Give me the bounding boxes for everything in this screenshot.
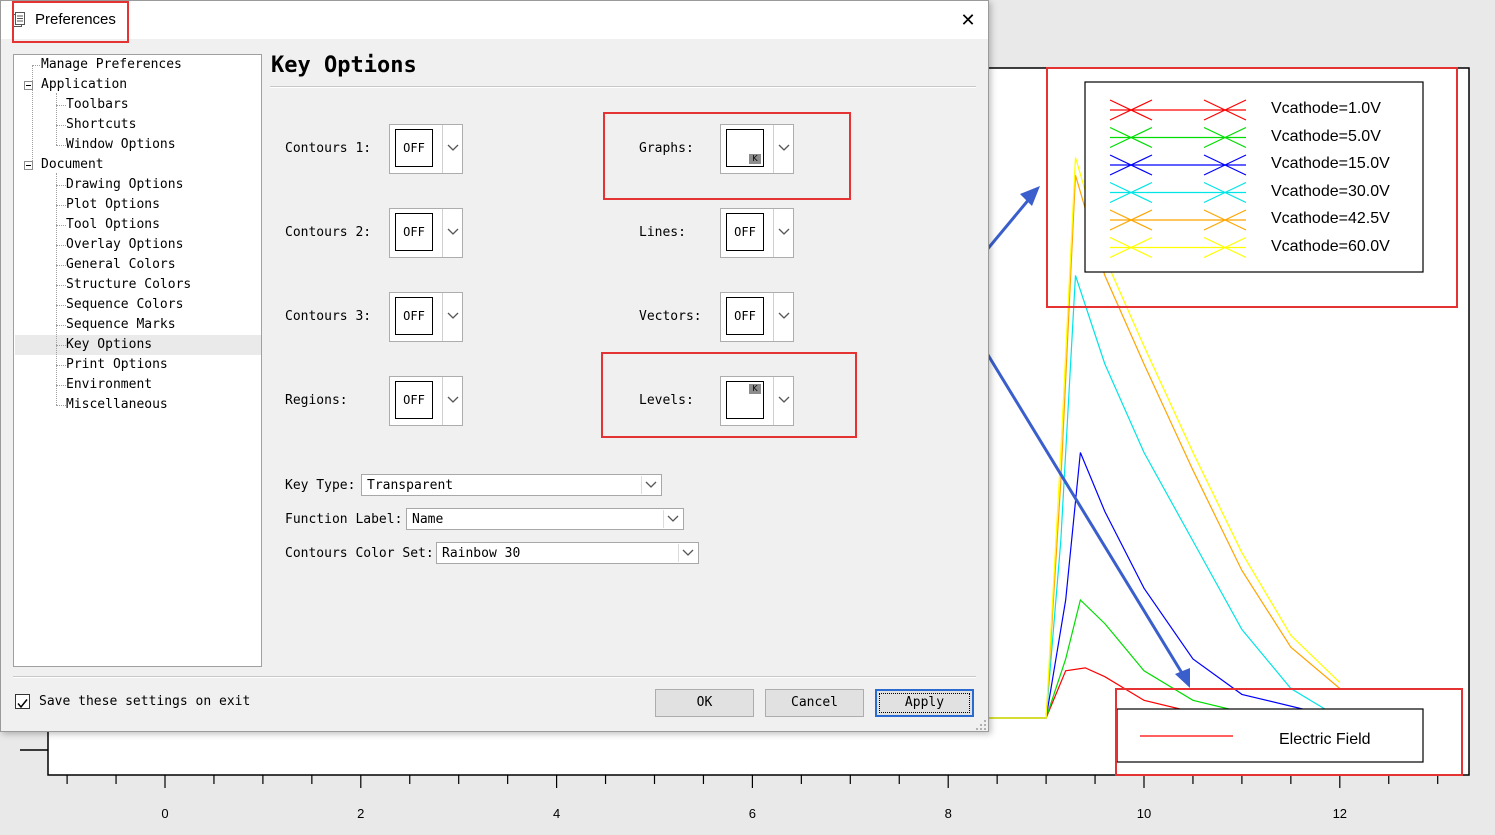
title-highlight-box xyxy=(12,1,129,43)
close-button[interactable]: ✕ xyxy=(955,9,981,33)
legend-label: Vcathode=15.0V xyxy=(1271,155,1390,172)
tree-item-miscellaneous[interactable]: Miscellaneous xyxy=(66,397,168,413)
chevron-down-icon[interactable] xyxy=(663,510,682,528)
x-tick-label: 12 xyxy=(1332,806,1348,821)
chevron-down-icon xyxy=(447,312,459,319)
contours3-value: OFF xyxy=(395,297,433,335)
save-settings-label[interactable]: Save these settings on exit xyxy=(39,694,250,709)
tree-item-plot-options[interactable]: Plot Options xyxy=(66,197,160,213)
vectors-key-picker[interactable]: OFF xyxy=(720,292,794,342)
chevron-down-icon xyxy=(447,228,459,235)
contours3-key-picker[interactable]: OFF xyxy=(389,292,463,342)
contours1-key-picker[interactable]: OFF xyxy=(389,124,463,174)
x-tick-label: 2 xyxy=(357,806,365,821)
title-bar[interactable]: Preferences ✕ xyxy=(1,1,988,39)
contours3-label: Contours 3: xyxy=(285,309,372,324)
tree-item-overlay-options[interactable]: Overlay Options xyxy=(66,237,183,253)
collapse-application-icon[interactable] xyxy=(24,81,33,90)
tree-item-tool-options[interactable]: Tool Options xyxy=(66,217,160,233)
x-tick-label: 4 xyxy=(552,806,561,821)
key-type-label: Key Type: xyxy=(285,478,356,493)
contours-color-set-label: Contours Color Set: xyxy=(285,546,434,561)
function-label-select[interactable]: Name xyxy=(406,508,684,530)
legend-label: Vcathode=1.0V xyxy=(1271,100,1381,117)
x-tick-label: 6 xyxy=(748,806,756,821)
lines-label: Lines: xyxy=(639,225,686,240)
vectors-label: Vectors: xyxy=(639,309,702,324)
chevron-down-icon xyxy=(778,228,790,235)
tree-item-sequence-colors[interactable]: Sequence Colors xyxy=(66,297,183,313)
key-type-value: Transparent xyxy=(367,478,454,493)
regions-label: Regions: xyxy=(285,393,348,408)
tree-item-window-options[interactable]: Window Options xyxy=(66,137,176,153)
tree-item-manage-preferences[interactable]: Manage Preferences xyxy=(41,57,182,73)
legend-label: Vcathode=5.0V xyxy=(1271,127,1381,145)
tree-item-application[interactable]: Application xyxy=(41,77,127,93)
chevron-down-icon xyxy=(778,312,790,319)
tree-item-structure-colors[interactable]: Structure Colors xyxy=(66,277,191,293)
cancel-button[interactable]: Cancel xyxy=(765,689,864,717)
contours1-label: Contours 1: xyxy=(285,141,372,156)
tree-item-document[interactable]: Document xyxy=(41,157,104,173)
collapse-document-icon[interactable] xyxy=(24,161,33,170)
x-tick-label: 8 xyxy=(944,806,952,821)
tree-item-drawing-options[interactable]: Drawing Options xyxy=(66,177,183,193)
x-tick-label: 10 xyxy=(1136,806,1152,821)
chevron-down-icon xyxy=(447,396,459,403)
preferences-tree[interactable]: Manage Preferences Application Toolbars … xyxy=(13,54,262,667)
section-title: Key Options xyxy=(271,53,417,78)
chevron-down-icon[interactable] xyxy=(678,544,697,562)
tree-item-shortcuts[interactable]: Shortcuts xyxy=(66,117,136,133)
legend-label: Vcathode=60.0V xyxy=(1271,237,1390,255)
contours1-value: OFF xyxy=(395,129,433,167)
key-type-select[interactable]: Transparent xyxy=(361,474,662,496)
lines-key-picker[interactable]: OFF xyxy=(720,208,794,258)
tree-item-toolbars[interactable]: Toolbars xyxy=(66,97,129,113)
contours2-key-picker[interactable]: OFF xyxy=(389,208,463,258)
resize-grip-icon[interactable] xyxy=(973,717,987,731)
contours2-label: Contours 2: xyxy=(285,225,372,240)
regions-key-picker[interactable]: OFF xyxy=(389,376,463,426)
electric-field-legend-label: Electric Field xyxy=(1279,731,1371,748)
x-tick-label: 0 xyxy=(161,806,169,821)
tree-item-sequence-marks[interactable]: Sequence Marks xyxy=(66,317,176,333)
tree-item-print-options[interactable]: Print Options xyxy=(66,357,168,373)
contours-color-set-select[interactable]: Rainbow 30 xyxy=(436,542,699,564)
tree-item-key-options[interactable]: Key Options xyxy=(66,337,152,353)
preferences-dialog: Preferences ✕ Manage Preferences Applica… xyxy=(0,0,989,732)
legend-label: Vcathode=42.5V xyxy=(1271,210,1390,227)
close-icon: ✕ xyxy=(960,10,976,31)
graphs-highlight-box xyxy=(603,112,851,200)
levels-highlight-box xyxy=(601,352,857,438)
lines-value: OFF xyxy=(726,213,764,251)
checkmark-icon xyxy=(17,699,28,709)
chevron-down-icon xyxy=(447,144,459,151)
save-settings-checkbox[interactable] xyxy=(15,694,30,709)
contours-color-set-value: Rainbow 30 xyxy=(442,546,521,561)
function-label-label: Function Label: xyxy=(285,512,403,527)
tree-item-general-colors[interactable]: General Colors xyxy=(66,257,176,273)
tree-item-environment[interactable]: Environment xyxy=(66,377,152,393)
apply-button[interactable]: Apply xyxy=(875,689,974,717)
vectors-value: OFF xyxy=(726,297,764,335)
chevron-down-icon[interactable] xyxy=(641,476,660,494)
contours2-value: OFF xyxy=(395,213,433,251)
legend-label: Vcathode=30.0V xyxy=(1271,182,1390,200)
regions-value: OFF xyxy=(395,381,433,419)
function-label-value: Name xyxy=(412,512,444,527)
ok-button[interactable]: OK xyxy=(655,689,754,717)
